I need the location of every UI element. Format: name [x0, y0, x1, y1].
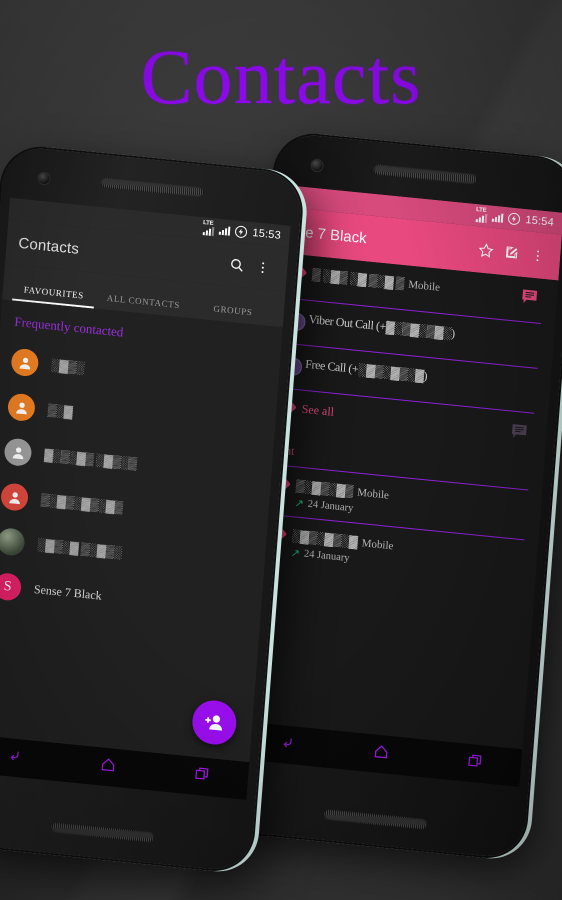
- earpiece-speaker: [373, 163, 478, 185]
- phone-number-value: ▒ ░▓▒ ░▓ ▒░▓ ▒: [311, 267, 405, 291]
- back-arrow-icon[interactable]: [277, 732, 298, 758]
- phone-device-left: LTE 15:53 Contacts FAVOURITES ALL CONTAC…: [0, 145, 304, 873]
- recent-call-date: 24 January: [303, 548, 350, 565]
- recent-apps-icon[interactable]: [464, 751, 485, 777]
- overflow-menu-icon[interactable]: [523, 241, 551, 270]
- avatar-initial: S: [0, 572, 23, 602]
- contact-name: ▒░▓▒░▓▒░▓▒: [40, 492, 123, 515]
- battery-charging-icon: [235, 225, 248, 239]
- star-outline-icon[interactable]: [472, 236, 500, 265]
- home-icon[interactable]: [97, 754, 118, 780]
- outgoing-call-arrow-icon: ↗: [290, 547, 301, 561]
- contact-name: ▒░▓: [47, 402, 73, 419]
- front-camera-icon: [311, 159, 323, 172]
- page-title-contacts: Contacts: [17, 234, 80, 258]
- front-camera-icon: [38, 172, 50, 185]
- recent-call-type: Mobile: [361, 537, 394, 553]
- phone-left-screen: LTE 15:53 Contacts FAVOURITES ALL CONTAC…: [0, 197, 291, 801]
- contact-detail-title: nse 7 Black: [288, 222, 368, 247]
- contact-name: ░▓▒░: [50, 357, 85, 375]
- screenshot-stage: Contacts LTE 15:54 nse 7 Black ▒ ░▓▒ ░▓ …: [0, 0, 562, 900]
- clock-right: 15:54: [524, 214, 555, 229]
- message-icon[interactable]: [504, 420, 533, 442]
- back-arrow-icon[interactable]: [4, 745, 25, 771]
- free-call-label: Free Call (+░▓▒░▓▒░▓): [304, 356, 428, 383]
- bottom-speaker: [323, 808, 428, 831]
- contact-name: ▓░▒░▓▒ ░▓▒░▒: [43, 447, 137, 471]
- page-title: Contacts: [140, 33, 422, 120]
- signal-bars-icon: [492, 212, 504, 223]
- add-person-button[interactable]: [190, 698, 238, 747]
- recent-call-date: 24 January: [307, 498, 354, 515]
- signal-bars-icon: [219, 225, 231, 236]
- earpiece-speaker: [100, 176, 205, 198]
- contact-name: Sense 7 Black: [33, 581, 103, 603]
- overflow-menu-icon[interactable]: [248, 253, 276, 282]
- battery-charging-icon: [508, 212, 521, 226]
- avatar: [6, 392, 36, 423]
- lte-signal-icon: LTE: [475, 207, 488, 224]
- recent-apps-icon[interactable]: [191, 764, 212, 790]
- message-icon[interactable]: [514, 285, 543, 307]
- home-icon[interactable]: [370, 741, 391, 767]
- outgoing-call-arrow-icon: ↗: [294, 497, 305, 511]
- avatar: [0, 482, 29, 512]
- recent-caller-name: ▒░▓▒░▓▒: [295, 478, 354, 499]
- edit-icon[interactable]: [497, 239, 525, 268]
- search-icon[interactable]: [223, 250, 251, 279]
- avatar-photo: [0, 527, 26, 557]
- viber-out-call-label: Viber Out Call (+▓░▒▓░▒▓░): [308, 311, 456, 341]
- avatar: [3, 437, 33, 468]
- add-person-icon: [205, 715, 222, 731]
- recent-caller-name: ░▓▒░▓▒░▓: [291, 528, 358, 549]
- see-all-label: See all: [301, 401, 335, 419]
- clock-left: 15:53: [251, 227, 282, 242]
- contact-name: ░▓▒░▓ ▒░▓▒░: [36, 537, 122, 560]
- phone-number-label: Mobile: [407, 278, 441, 294]
- contacts-list: Frequently contacted ░▓▒░ ▒░▓ ▓░▒░▓▒ ░▓▒…: [0, 299, 283, 763]
- avatar: [10, 347, 40, 378]
- bottom-speaker: [50, 821, 155, 844]
- recent-call-type: Mobile: [356, 486, 390, 502]
- lte-signal-icon: LTE: [202, 220, 215, 237]
